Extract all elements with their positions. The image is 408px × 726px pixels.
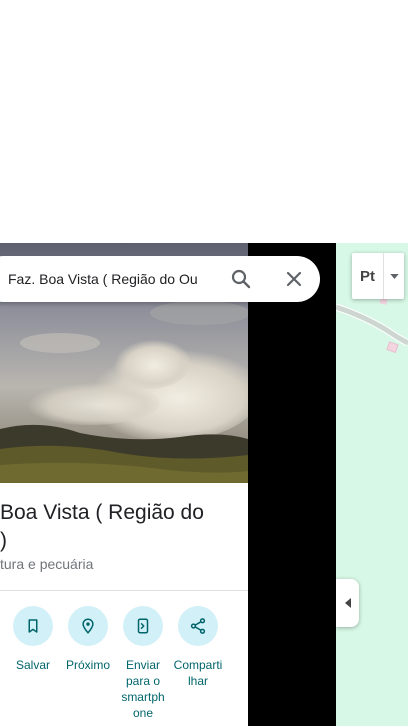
nearby-circle[interactable]	[68, 606, 108, 646]
close-button[interactable]	[282, 267, 306, 291]
send-circle[interactable]	[123, 606, 163, 646]
caret-down-icon	[389, 273, 399, 279]
save-circle[interactable]	[13, 606, 53, 646]
blank-area	[0, 0, 408, 243]
place-category[interactable]: tura e pecuária	[0, 556, 93, 572]
map-roads	[336, 297, 408, 354]
send-label: Enviar para o smartph one	[121, 658, 165, 720]
search-button[interactable]	[229, 267, 253, 291]
close-icon	[286, 271, 302, 287]
save-label: Salvar	[15, 658, 50, 672]
divider	[0, 590, 248, 591]
send-to-phone-button[interactable]: Enviar para o smartph one	[115, 606, 171, 721]
layer-dropdown-button[interactable]	[384, 253, 404, 299]
search-input[interactable]	[8, 256, 198, 302]
chevron-left-icon	[344, 598, 351, 608]
collapse-panel-button[interactable]	[336, 579, 359, 627]
pane-gap	[248, 243, 336, 726]
layer-abbr-button[interactable]: Pt	[352, 253, 383, 299]
place-title: Boa Vista ( Região do )	[0, 501, 204, 552]
share-icon	[190, 618, 206, 634]
search-box	[0, 256, 320, 302]
bookmark-icon	[28, 619, 38, 633]
search-icon	[231, 269, 251, 289]
map-canvas[interactable]	[336, 243, 408, 726]
map-layer-switcher: Pt	[352, 253, 404, 299]
save-button[interactable]: Salvar	[5, 606, 61, 673]
nearby-button[interactable]: Próximo	[60, 606, 116, 673]
place-panel: Boa Vista ( Região do ) tura e pecuária …	[0, 243, 248, 726]
nearby-icon	[82, 618, 94, 634]
nearby-label: Próximo	[65, 658, 110, 672]
share-circle[interactable]	[178, 606, 218, 646]
share-button[interactable]: Comparti lhar	[170, 606, 226, 689]
share-label: Comparti lhar	[173, 658, 223, 688]
send-to-phone-icon	[137, 618, 149, 634]
